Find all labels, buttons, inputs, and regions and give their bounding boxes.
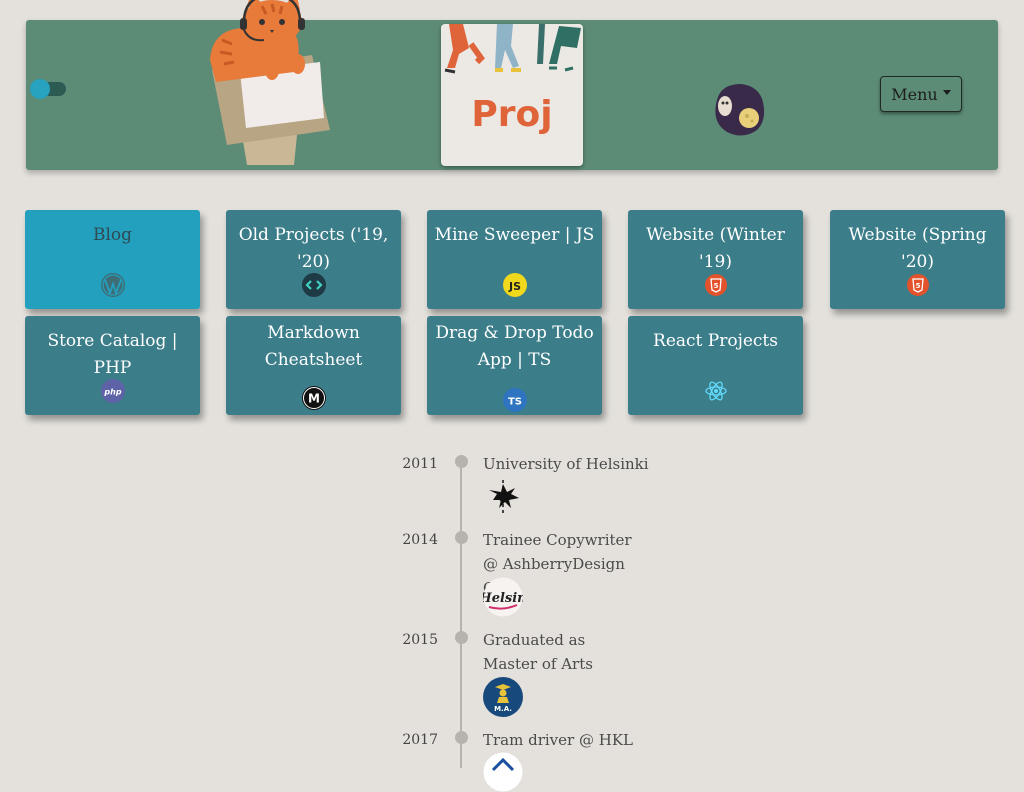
tile-markdown-cheatsheet[interactable]: Markdown Cheatsheet M <box>226 316 401 415</box>
html5-icon: 5 <box>704 274 727 296</box>
theme-toggle[interactable] <box>30 79 66 99</box>
tile-title: Old Projects ('19, '20) <box>238 225 389 272</box>
svg-text:M: M <box>308 392 320 406</box>
tile-react-projects[interactable]: React Projects <box>628 316 803 415</box>
tile-title: Website (Winter '19) <box>646 225 785 272</box>
toggle-knob[interactable] <box>30 79 50 99</box>
tile-mine-sweeper[interactable]: Mine Sweeper | JS JS <box>427 210 602 309</box>
graduate-ma-icon: M.A. <box>483 677 523 717</box>
svg-text:5: 5 <box>713 282 718 290</box>
cat-mascot-illustration <box>210 0 330 165</box>
svg-text:Helsin: Helsin <box>483 591 523 606</box>
project-card-label: Proj <box>471 94 553 135</box>
javascript-icon: JS <box>502 273 527 297</box>
menu-button-label: Menu <box>891 84 938 104</box>
tile-title: React Projects <box>653 331 778 351</box>
timeline-line <box>460 468 462 768</box>
timeline-event: Graduated as Master of Arts <box>483 631 593 673</box>
timeline-year: 2011 <box>402 456 438 472</box>
react-icon <box>704 381 727 401</box>
timeline-dot <box>455 531 468 544</box>
hkl-logo <box>483 752 523 792</box>
wordpress-icon <box>100 273 125 297</box>
tile-store-catalog[interactable]: Store Catalog | PHP php <box>25 316 200 415</box>
typescript-icon: TS <box>502 388 527 412</box>
markdown-icon: M <box>301 386 326 410</box>
tile-old-projects[interactable]: Old Projects ('19, '20) <box>226 210 401 309</box>
tile-title: Markdown Cheatsheet <box>264 323 363 370</box>
dancing-people-illustration <box>444 24 581 74</box>
header-banner: Proj Menu <box>26 0 998 170</box>
timeline-year: 2014 <box>402 532 438 548</box>
tile-website-spring-20[interactable]: Website (Spring '20) 5 <box>830 210 1005 309</box>
timeline-year: 2017 <box>402 732 438 748</box>
tile-title: Blog <box>92 225 133 245</box>
timeline-dot <box>455 731 468 744</box>
tile-title: Website (Spring '20) <box>848 225 987 272</box>
tile-title: Store Catalog | PHP <box>47 331 178 378</box>
chevron-down-icon <box>942 89 951 95</box>
svg-text:5: 5 <box>915 282 920 290</box>
owl-moon-icon <box>715 84 765 136</box>
project-card[interactable]: Proj <box>441 24 583 166</box>
tile-drag-drop-todo[interactable]: Drag & Drop Todo App | TS TS <box>427 316 602 415</box>
code-icon <box>301 273 326 297</box>
tile-title: Mine Sweeper | JS <box>434 225 595 245</box>
helsinki-script-logo: Helsin <box>483 577 523 617</box>
timeline-dot <box>455 455 468 468</box>
svg-text:TS: TS <box>507 397 521 408</box>
php-icon: php <box>100 379 125 403</box>
timeline-year: 2015 <box>402 632 438 648</box>
menu-button[interactable]: Menu <box>880 76 962 112</box>
timeline-dot <box>455 631 468 644</box>
tile-blog[interactable]: Blog <box>25 210 200 309</box>
timeline-event: Tram driver @ HKL <box>483 731 633 749</box>
svg-text:php: php <box>103 388 121 397</box>
tile-title: Drag & Drop Todo App | TS <box>435 323 594 370</box>
svg-text:JS: JS <box>507 280 520 293</box>
timeline-event: University of Helsinki <box>483 455 649 473</box>
html5-icon: 5 <box>906 274 929 296</box>
tile-website-winter-19[interactable]: Website (Winter '19) 5 <box>628 210 803 309</box>
university-of-helsinki-logo <box>489 480 519 516</box>
svg-text:M.A.: M.A. <box>494 705 512 713</box>
